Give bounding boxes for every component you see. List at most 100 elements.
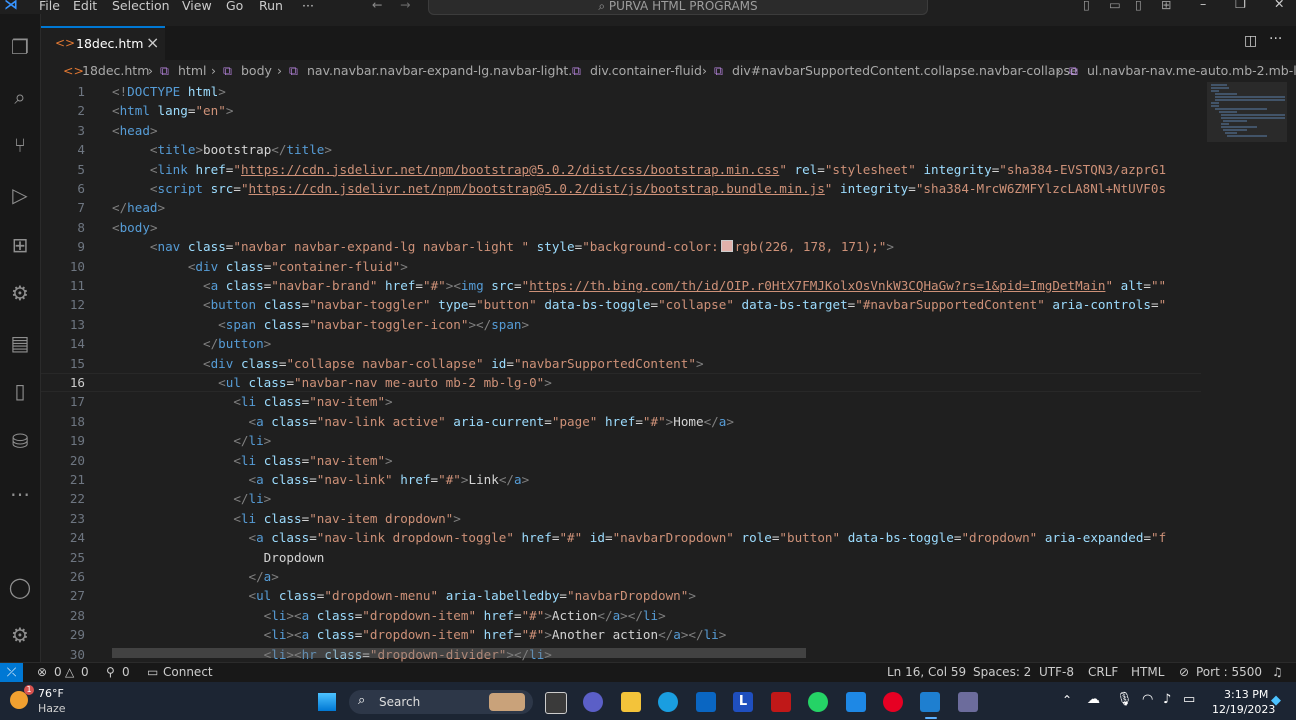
microphone-icon[interactable]: 🎙 — [1116, 692, 1133, 707]
python-icon[interactable]: ⚙ — [7, 280, 33, 306]
snipping-tool-icon[interactable] — [958, 692, 978, 712]
menu-run[interactable]: Run — [259, 0, 283, 13]
more-icon[interactable]: … — [7, 476, 33, 502]
extensions-icon[interactable]: ⊞ — [7, 232, 33, 258]
windows-start-icon[interactable] — [318, 693, 336, 711]
toggle-secondary-sidebar-icon[interactable]: ▯ — [1135, 0, 1142, 12]
breadcrumb-item[interactable]: 18dec.htm — [82, 63, 149, 78]
warning-count[interactable]: 0 — [81, 665, 89, 679]
task-view-icon[interactable] — [545, 692, 567, 714]
breadcrumb-item[interactable]: div.container-fluid — [590, 63, 702, 78]
battery-icon[interactable]: ▭ — [1183, 692, 1195, 707]
volume-icon[interactable]: ♪ — [1163, 692, 1171, 707]
ports-icon[interactable]: ⚲ — [106, 665, 115, 679]
toggle-sidebar-icon[interactable]: ▯ — [1083, 0, 1090, 12]
bookmark-icon[interactable]: ▯ — [7, 378, 33, 404]
code-line: 9 <nav class="navbar navbar-expand-lg na… — [41, 237, 1211, 256]
search-icon[interactable]: ⌕ — [7, 84, 33, 110]
mcafee-icon[interactable] — [771, 692, 791, 712]
breadcrumb-item[interactable]: body — [241, 63, 272, 78]
customize-layout-icon[interactable]: ⊞ — [1161, 0, 1171, 12]
menu-file[interactable]: File — [39, 0, 60, 13]
live-server-port[interactable]: Port : 5500 — [1196, 665, 1262, 679]
breadcrumb-item[interactable]: html — [178, 63, 206, 78]
microsoft-store-icon[interactable] — [696, 692, 716, 712]
line-number: 30 — [69, 646, 85, 662]
teams-chat-icon[interactable] — [583, 692, 603, 712]
toggle-panel-icon[interactable]: ▭ — [1109, 0, 1121, 12]
app-blue-icon[interactable] — [846, 692, 866, 712]
wifi-icon[interactable]: ◠ — [1142, 692, 1153, 707]
source-control-icon[interactable]: ⑂ — [7, 132, 33, 158]
breadcrumb-item[interactable]: div#navbarSupportedContent.collapse.navb… — [732, 63, 1078, 78]
connect-button[interactable]: Connect — [163, 665, 213, 679]
menu-more[interactable]: ··· — [302, 0, 314, 13]
notifications-bell-icon[interactable]: ♫ — [1272, 665, 1283, 679]
restore-icon[interactable]: ❐ — [1235, 0, 1246, 11]
remote-indicator-icon[interactable]: ⤫ — [0, 663, 23, 682]
code-line: 25 Dropdown — [41, 548, 1211, 567]
close-tab-icon[interactable]: × — [146, 33, 159, 52]
tab-18dec-htm[interactable]: <> 18dec.htm × — [41, 26, 165, 60]
errors-icon[interactable]: ⊗ — [37, 665, 47, 679]
command-center[interactable]: ⌕ PURVA HTML PROGRAMS — [428, 0, 928, 15]
vscode-taskbar-icon[interactable] — [920, 692, 940, 712]
app-l-icon[interactable]: L — [733, 692, 753, 712]
menu-go[interactable]: Go — [226, 0, 243, 13]
breadcrumb-item[interactable]: ul.navbar-nav.me-auto.mb-2.mb-lg- — [1087, 63, 1296, 78]
code-line: 1 <!DOCTYPE html> — [41, 82, 1211, 101]
tab-label: 18dec.htm — [76, 36, 144, 51]
settings-gear-icon[interactable]: ⚙ — [7, 622, 33, 648]
menu-edit[interactable]: Edit — [73, 0, 97, 13]
warnings-icon[interactable]: △ — [65, 665, 74, 679]
split-editor-icon[interactable]: ◫ — [1244, 33, 1257, 49]
back-arrow-icon[interactable]: ← — [372, 0, 382, 12]
clock-date[interactable]: 12/19/2023 — [1212, 703, 1275, 716]
run-debug-icon[interactable]: ▷ — [7, 182, 33, 208]
windows-taskbar: 1 76°F Haze ⌕ Search L ⌃ ☁ 🎙 ◠ ♪ ▭ 3:13 … — [0, 682, 1296, 720]
cursor-position[interactable]: Ln 16, Col 59 — [887, 665, 966, 679]
chevron-right-icon: › — [559, 63, 564, 78]
menu-selection[interactable]: Selection — [112, 0, 170, 13]
code-text: <li><a class="dropdown-item" href="#">Ac… — [263, 607, 666, 623]
show-hidden-icons-icon[interactable]: ⌃ — [1062, 693, 1072, 707]
color-swatch[interactable] — [720, 240, 733, 253]
code-text: Dropdown — [263, 549, 325, 565]
edge-browser-icon[interactable] — [658, 692, 678, 712]
vscode-logo-icon[interactable]: ⋊ — [4, 0, 20, 13]
forward-arrow-icon[interactable]: → — [400, 0, 410, 12]
element-icon: ⧉ — [714, 63, 723, 78]
taskbar-search[interactable]: ⌕ Search — [349, 690, 533, 714]
line-number: 8 — [77, 219, 85, 235]
remote-explorer-icon[interactable]: ▤ — [7, 330, 33, 356]
more-actions-icon[interactable]: ··· — [1269, 31, 1282, 47]
menu-view[interactable]: View — [182, 0, 212, 13]
ports-count[interactable]: 0 — [122, 665, 130, 679]
language-mode[interactable]: HTML — [1131, 665, 1164, 679]
breadcrumb-item[interactable]: nav.navbar.navbar-expand-lg.navbar-light… — [307, 63, 572, 78]
indentation[interactable]: Spaces: 2 — [973, 665, 1031, 679]
pinterest-icon[interactable] — [883, 692, 903, 712]
horizontal-scrollbar[interactable] — [112, 648, 806, 658]
code-editor[interactable]: 1 <!DOCTYPE html> 2 <html lang="en"> 3 <hea… — [41, 82, 1296, 662]
notification-icon[interactable]: ◆ — [1271, 693, 1281, 708]
end-of-line[interactable]: CRLF — [1088, 665, 1118, 679]
explorer-icon[interactable]: ❐ — [7, 34, 33, 60]
whatsapp-icon[interactable] — [808, 692, 828, 712]
close-window-icon[interactable]: ✕ — [1274, 0, 1284, 11]
connect-icon: ▭ — [147, 665, 159, 679]
vertical-scrollbar[interactable] — [1287, 82, 1296, 662]
weather-condition[interactable]: Haze — [38, 702, 66, 715]
error-count[interactable]: 0 — [54, 665, 62, 679]
editor-tabs: <> 18dec.htm × ◫ ··· — [41, 26, 1296, 61]
workspace-name: PURVA HTML PROGRAMS — [608, 0, 758, 13]
account-icon[interactable]: ◯ — [7, 574, 33, 600]
onedrive-icon[interactable]: ☁ — [1087, 692, 1100, 707]
weather-temp[interactable]: 76°F — [38, 687, 64, 700]
minimap[interactable] — [1207, 82, 1287, 662]
database-icon[interactable]: ⛁ — [7, 428, 33, 454]
file-explorer-icon[interactable] — [621, 692, 641, 712]
encoding[interactable]: UTF-8 — [1039, 665, 1074, 679]
clock-time[interactable]: 3:13 PM — [1224, 688, 1268, 701]
minimize-icon[interactable]: – — [1200, 0, 1206, 11]
